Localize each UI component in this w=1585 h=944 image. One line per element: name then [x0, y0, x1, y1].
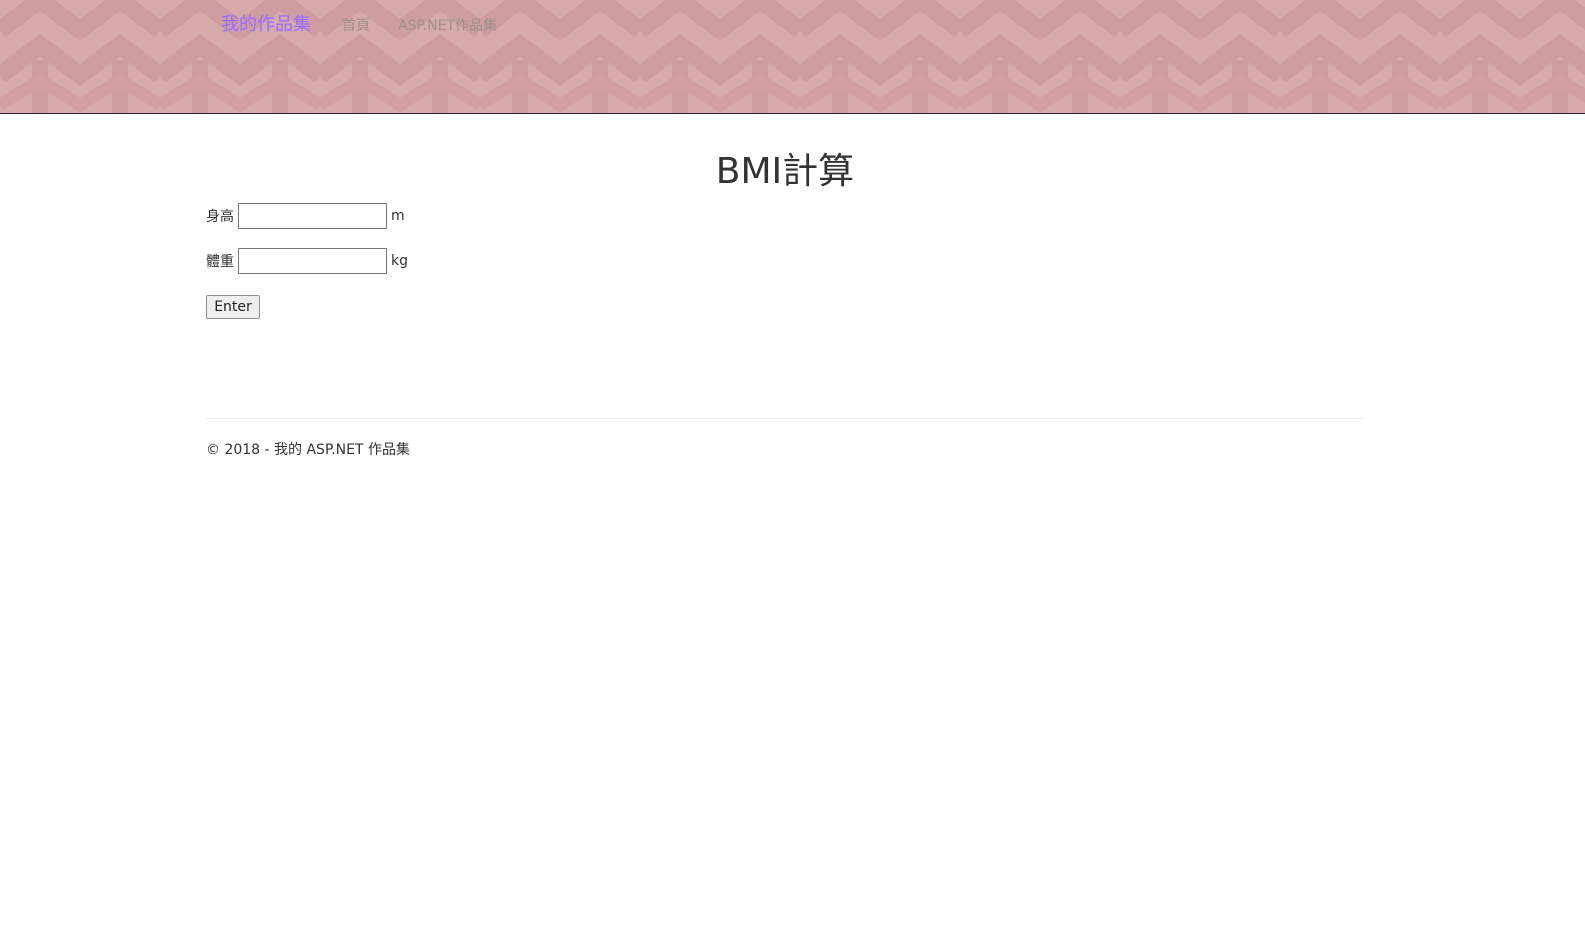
navbar: 我的作品集 首頁 ASP.NET作品集: [0, 0, 1585, 114]
weight-label: 體重: [206, 254, 234, 270]
height-input[interactable]: [238, 203, 387, 229]
height-row: 身高 m: [206, 203, 405, 229]
nav-link-home[interactable]: 首頁: [342, 16, 370, 36]
weight-unit: kg: [391, 253, 408, 269]
enter-button[interactable]: Enter: [206, 295, 260, 319]
height-label: 身高: [206, 209, 234, 225]
nav-link-aspnet-portfolio[interactable]: ASP.NET作品集: [398, 16, 497, 36]
weight-input[interactable]: [238, 248, 387, 274]
brand-link[interactable]: 我的作品集: [221, 13, 311, 37]
page-title: BMI計算: [715, 151, 855, 192]
footer-copyright: © 2018 - 我的 ASP.NET 作品集: [206, 442, 410, 458]
height-unit: m: [391, 208, 405, 224]
weight-row: 體重 kg: [206, 248, 408, 274]
footer-divider: [206, 418, 1364, 419]
